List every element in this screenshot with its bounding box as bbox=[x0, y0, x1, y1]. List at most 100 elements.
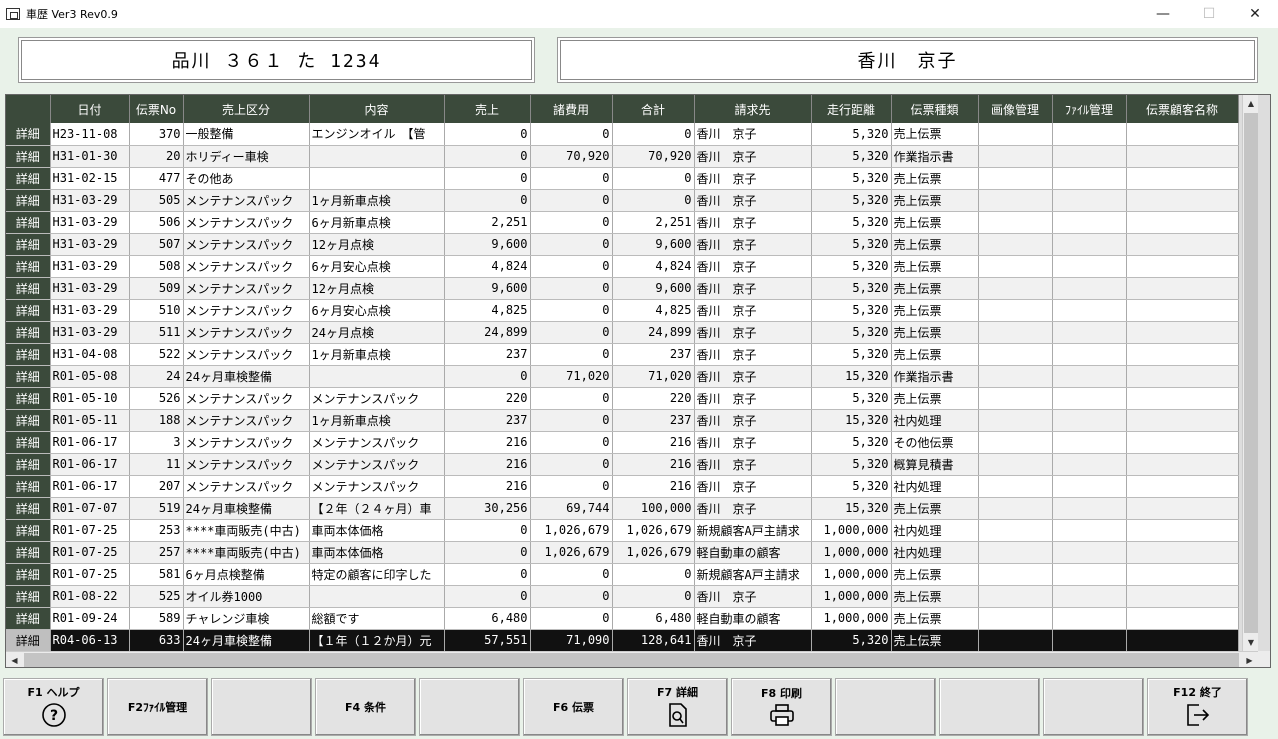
table-row[interactable]: 詳細 H31-03-29 510 メンテナンスパック 6ヶ月安心点検 4,825 0 4,82… bbox=[6, 299, 1239, 322]
detail-button[interactable]: 詳細 bbox=[6, 189, 51, 212]
maximize-button[interactable]: ☐ bbox=[1186, 0, 1232, 28]
detail-button[interactable]: 詳細 bbox=[6, 541, 51, 564]
table-row[interactable]: 詳細 R01-08-22 525 オイル券1000 0 0 0 香川 京子 1,000,000 売… bbox=[6, 585, 1239, 608]
function-key-8-button[interactable]: F8 印刷 bbox=[731, 678, 832, 736]
minimize-button[interactable]: — bbox=[1140, 0, 1186, 28]
function-key-12-button[interactable]: F12 終了 bbox=[1147, 678, 1248, 736]
detail-button[interactable]: 詳細 bbox=[6, 343, 51, 366]
table-row[interactable]: 詳細 H31-01-30 20 ホリディー車検 0 70,920 70,920 香川 京子 5,… bbox=[6, 145, 1239, 168]
vertical-scroll-thumb[interactable] bbox=[1244, 113, 1258, 633]
detail-button[interactable]: 詳細 bbox=[6, 233, 51, 256]
detail-button[interactable]: 詳細 bbox=[6, 145, 51, 168]
column-header-9[interactable]: 走行距離 bbox=[811, 95, 892, 123]
detail-button[interactable]: 詳細 bbox=[6, 409, 51, 432]
detail-button[interactable]: 詳細 bbox=[6, 277, 51, 300]
vertical-scrollbar[interactable]: ▲ ▼ bbox=[1242, 95, 1258, 651]
function-key-2-button[interactable]: F2ﾌｧｲﾙ管理 bbox=[107, 678, 208, 736]
detail-button[interactable]: 詳細 bbox=[6, 299, 51, 322]
table-cell: 237 bbox=[612, 409, 695, 432]
table-cell bbox=[978, 475, 1053, 498]
table-row[interactable]: 詳細 R01-07-25 257 ****車両販売(中古) 車両本体価格 0 1,026,6… bbox=[6, 541, 1239, 564]
table-cell: 売上伝票 bbox=[891, 189, 979, 212]
table-row[interactable]: 詳細 H31-03-29 505 メンテナンスパック 1ヶ月新車点検 0 0 0 香川 京子 5,… bbox=[6, 189, 1239, 212]
column-header-2[interactable]: 伝票No bbox=[129, 95, 184, 123]
detail-button[interactable]: 詳細 bbox=[6, 607, 51, 630]
column-header-12[interactable]: ﾌｧｲﾙ管理 bbox=[1052, 95, 1127, 123]
detail-button[interactable]: 詳細 bbox=[6, 167, 51, 190]
table-cell: メンテナンスパック bbox=[309, 387, 445, 410]
scroll-up-arrow-icon[interactable]: ▲ bbox=[1243, 95, 1259, 112]
table-cell bbox=[1126, 167, 1239, 190]
table-row[interactable]: 詳細 H31-03-29 507 メンテナンスパック 12ヶ月点検 9,600 0 9,600… bbox=[6, 233, 1239, 256]
column-header-1[interactable]: 日付 bbox=[50, 95, 130, 123]
table-row[interactable]: 詳細 H31-03-29 506 メンテナンスパック 6ヶ月新車点検 2,251 0 2,25… bbox=[6, 211, 1239, 234]
table-cell: 香川 京子 bbox=[694, 255, 812, 278]
column-header-3[interactable]: 売上区分 bbox=[183, 95, 310, 123]
detail-button[interactable]: 詳細 bbox=[6, 563, 51, 586]
detail-button[interactable]: 詳細 bbox=[6, 365, 51, 388]
table-cell: 0 bbox=[530, 189, 613, 212]
detail-button[interactable]: 詳細 bbox=[6, 585, 51, 608]
column-header-5[interactable]: 売上 bbox=[444, 95, 531, 123]
table-cell: 【１年（１２か月）元 bbox=[309, 629, 445, 652]
detail-button[interactable]: 詳細 bbox=[6, 475, 51, 498]
table-cell bbox=[1126, 365, 1239, 388]
table-cell: 207 bbox=[129, 475, 184, 498]
function-key-9-button[interactable] bbox=[835, 678, 936, 736]
column-header-8[interactable]: 請求先 bbox=[694, 95, 812, 123]
detail-button[interactable]: 詳細 bbox=[6, 519, 51, 542]
function-key-7-button[interactable]: F7 詳細 bbox=[627, 678, 728, 736]
column-header-11[interactable]: 画像管理 bbox=[978, 95, 1053, 123]
table-row[interactable]: 詳細 H31-03-29 511 メンテナンスパック 24ヶ月点検 24,899 0 24,8… bbox=[6, 321, 1239, 344]
table-cell: 9,600 bbox=[612, 277, 695, 300]
close-button[interactable]: ✕ bbox=[1232, 0, 1278, 28]
table-row[interactable]: 詳細 R01-05-11 188 メンテナンスパック 1ヶ月新車点検 237 0 237 香川 … bbox=[6, 409, 1239, 432]
table-row[interactable]: 詳細 R01-06-17 11 メンテナンスパック メンテナンスパック 216 0 216 香川… bbox=[6, 453, 1239, 476]
table-row[interactable]: 詳細 H31-03-29 508 メンテナンスパック 6ヶ月安心点検 4,824 0 4,82… bbox=[6, 255, 1239, 278]
horizontal-scrollbar[interactable]: ◀ ▶ bbox=[6, 651, 1258, 667]
scroll-right-arrow-icon[interactable]: ▶ bbox=[1241, 652, 1258, 667]
table-row[interactable]: 詳細 H31-04-08 522 メンテナンスパック 1ヶ月新車点検 237 0 237 香川 … bbox=[6, 343, 1239, 366]
table-cell: 売上伝票 bbox=[891, 585, 979, 608]
table-row[interactable]: 詳細 R01-09-24 589 チャレンジ車検 総額です 6,480 0 6,480 軽自動車… bbox=[6, 607, 1239, 630]
scroll-left-arrow-icon[interactable]: ◀ bbox=[6, 652, 23, 667]
detail-button[interactable]: 詳細 bbox=[6, 453, 51, 476]
function-key-1-button[interactable]: F1 ヘルプ? bbox=[3, 678, 104, 736]
horizontal-scroll-thumb[interactable] bbox=[24, 653, 1239, 667]
detail-button[interactable]: 詳細 bbox=[6, 211, 51, 234]
function-key-6-button[interactable]: F6 伝票 bbox=[523, 678, 624, 736]
column-header-4[interactable]: 内容 bbox=[309, 95, 445, 123]
detail-button[interactable]: 詳細 bbox=[6, 255, 51, 278]
table-row[interactable]: 詳細 R01-06-17 207 メンテナンスパック メンテナンスパック 216 0 216 香… bbox=[6, 475, 1239, 498]
table-row[interactable]: 詳細 R01-07-07 519 24ヶ月車検整備 【２年（２４ヶ月）車 30,256 69… bbox=[6, 497, 1239, 520]
column-header-13[interactable]: 伝票顧客名称 bbox=[1126, 95, 1239, 123]
detail-button[interactable]: 詳細 bbox=[6, 497, 51, 520]
detail-button[interactable]: 詳細 bbox=[6, 629, 51, 652]
function-key-11-button[interactable] bbox=[1043, 678, 1144, 736]
column-header-7[interactable]: 合計 bbox=[612, 95, 695, 123]
detail-button[interactable]: 詳細 bbox=[6, 387, 51, 410]
table-cell: 香川 京子 bbox=[694, 629, 812, 652]
column-header-0[interactable] bbox=[6, 95, 51, 123]
table-row[interactable]: 詳細 H31-03-29 509 メンテナンスパック 12ヶ月点検 9,600 0 9,600… bbox=[6, 277, 1239, 300]
table-row[interactable]: 詳細 H31-02-15 477 その他あ 0 0 0 香川 京子 5,320 売上伝票 bbox=[6, 167, 1239, 190]
table-row[interactable]: 詳細 R01-05-10 526 メンテナンスパック メンテナンスパック 220 0 220 香… bbox=[6, 387, 1239, 410]
table-cell: 軽自動車の顧客 bbox=[694, 607, 812, 630]
column-header-10[interactable]: 伝票種類 bbox=[891, 95, 979, 123]
table-row[interactable]: 詳細 R01-07-25 581 6ヶ月点検整備 特定の顧客に印字した 0 0 0 新規顧客A戸… bbox=[6, 563, 1239, 586]
table-row[interactable]: 詳細 R01-05-08 24 24ヶ月車検整備 0 71,020 71,020 香川 京子 1… bbox=[6, 365, 1239, 388]
table-row[interactable]: 詳細 R01-06-17 3 メンテナンスパック メンテナンスパック 216 0 216 香川 … bbox=[6, 431, 1239, 454]
function-key-5-button[interactable] bbox=[419, 678, 520, 736]
column-header-6[interactable]: 諸費用 bbox=[530, 95, 613, 123]
table-row[interactable]: 詳細 R04-06-13 633 24ヶ月車検整備 【１年（１２か月）元 57,551 71… bbox=[6, 629, 1239, 652]
function-key-3-button[interactable] bbox=[211, 678, 312, 736]
detail-button[interactable]: 詳細 bbox=[6, 321, 51, 344]
function-key-10-button[interactable] bbox=[939, 678, 1040, 736]
table-row[interactable]: 詳細 H23-11-08 370 一般整備 エンジンオイル 【管 0 0 0 香川 京子 5,32… bbox=[6, 123, 1239, 146]
table-row[interactable]: 詳細 R01-07-25 253 ****車両販売(中古) 車両本体価格 0 1,026,6… bbox=[6, 519, 1239, 542]
function-key-4-button[interactable]: F4 条件 bbox=[315, 678, 416, 736]
table-cell: 香川 京子 bbox=[694, 211, 812, 234]
detail-button[interactable]: 詳細 bbox=[6, 431, 51, 454]
detail-button[interactable]: 詳細 bbox=[6, 123, 51, 146]
scroll-down-arrow-icon[interactable]: ▼ bbox=[1243, 634, 1259, 651]
